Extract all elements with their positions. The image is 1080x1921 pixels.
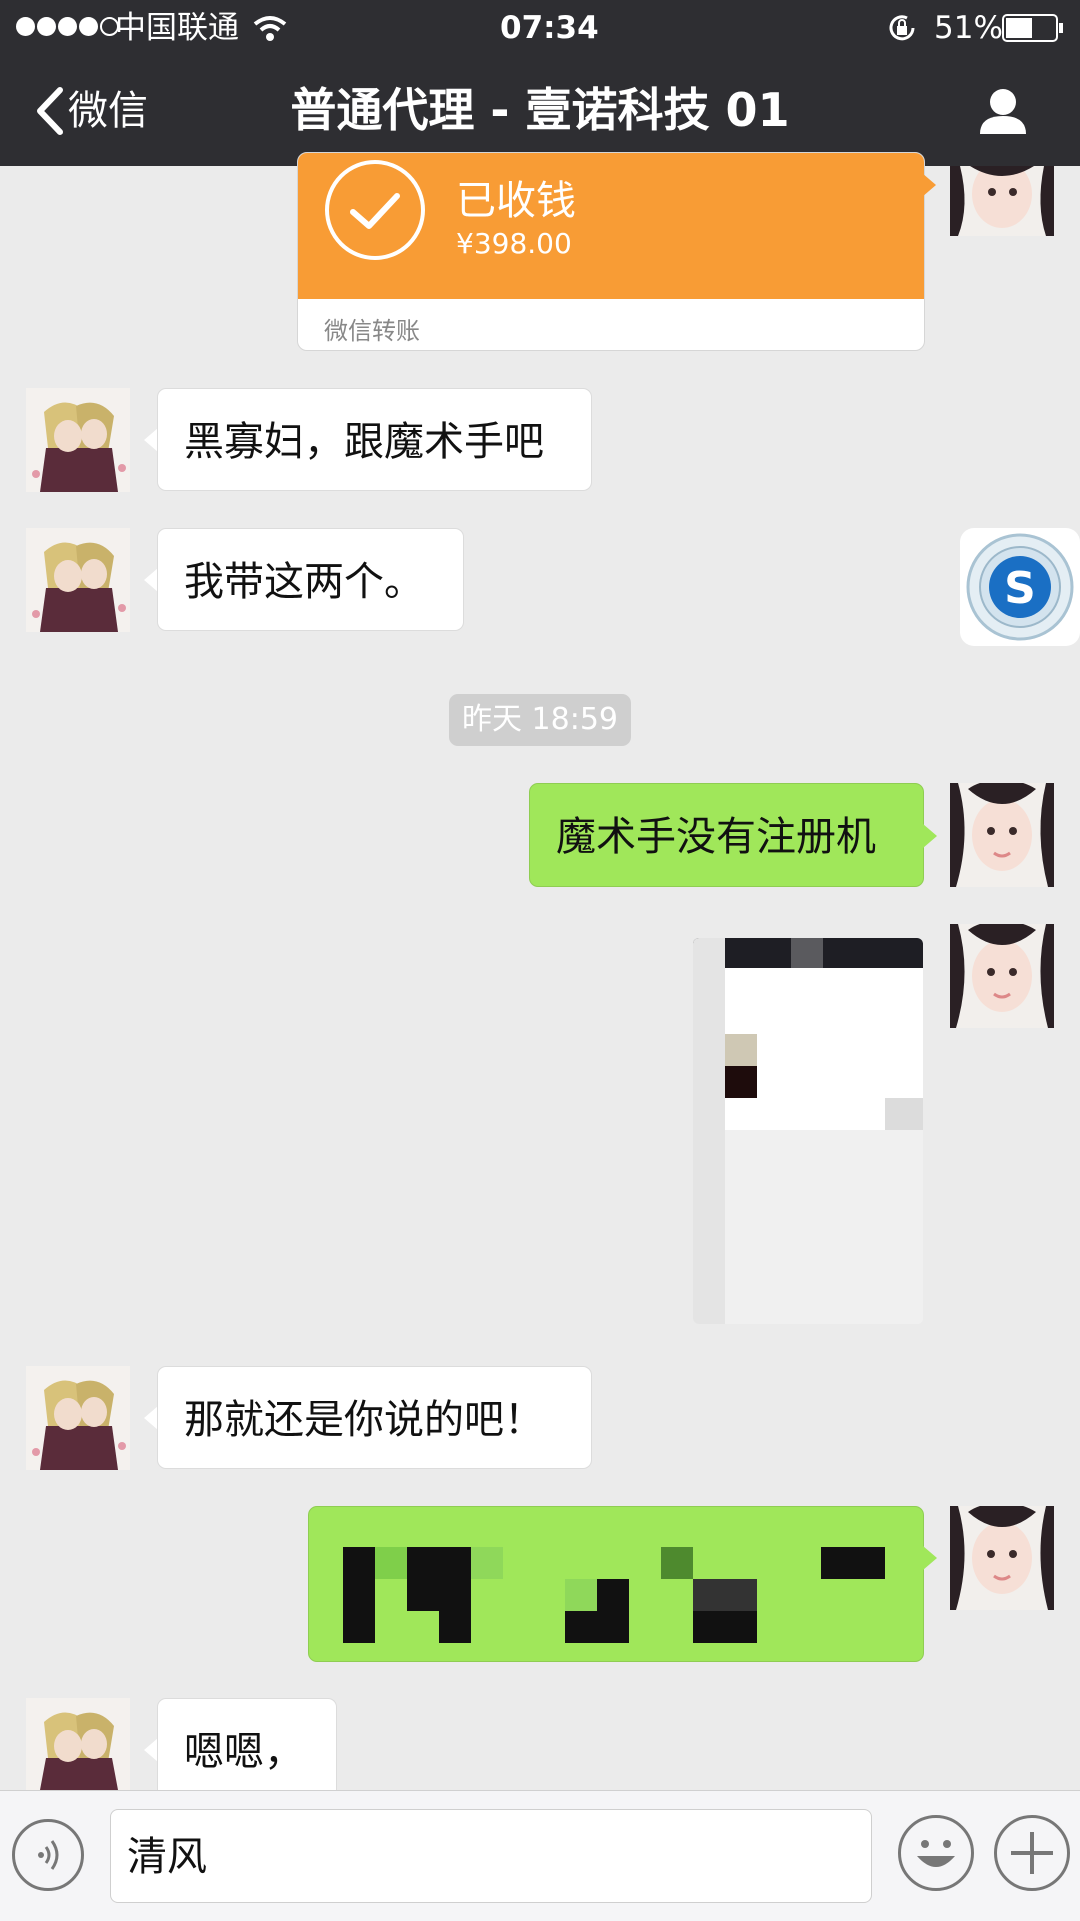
bubble-tail	[922, 173, 936, 197]
message-text: 那就还是你说的吧！	[184, 1397, 544, 1443]
battery-percentage: 51%	[934, 10, 1003, 46]
sent-image[interactable]	[693, 938, 923, 1324]
avatar-contact[interactable]	[26, 1698, 130, 1790]
transfer-header: 已收钱 ¥398.00	[298, 153, 924, 299]
wifi-icon	[253, 16, 287, 41]
carrier-label: 中国联通	[115, 10, 239, 46]
input-bar: 清风	[0, 1790, 1080, 1921]
avatar-self[interactable]	[950, 166, 1054, 236]
message-bubble-outgoing[interactable]: 魔术手没有注册机	[529, 783, 924, 887]
message-input[interactable]: 清风	[110, 1809, 872, 1903]
transfer-amount: ¥398.00	[456, 227, 572, 260]
profile-icon[interactable]	[978, 86, 1028, 136]
clock: 07:34	[500, 10, 599, 46]
voice-button[interactable]	[12, 1819, 84, 1891]
message-bubble-incoming[interactable]: 我带这两个。	[157, 528, 464, 631]
bubble-tail	[144, 428, 158, 452]
message-bubble-incoming[interactable]: 嗯嗯，	[157, 1698, 337, 1790]
emoji-button[interactable]	[898, 1815, 974, 1891]
sogou-s-icon: S	[966, 533, 1074, 641]
avatar-contact[interactable]	[26, 1366, 130, 1470]
svg-text:S: S	[1004, 563, 1036, 614]
floating-keyboard-button[interactable]: S	[960, 528, 1080, 646]
message-text: 黑寡妇，跟魔术手吧	[184, 419, 544, 465]
voice-icon	[38, 1840, 59, 1870]
message-text: 魔术手没有注册机	[556, 814, 876, 860]
avatar-self[interactable]	[950, 783, 1054, 887]
signal-strength-icon	[16, 17, 121, 40]
message-bubble-incoming[interactable]: 黑寡妇，跟魔术手吧	[157, 388, 592, 491]
more-button[interactable]	[994, 1815, 1070, 1891]
bubble-tail	[144, 1738, 158, 1762]
avatar-contact[interactable]	[26, 528, 130, 632]
bubble-tail	[923, 824, 937, 848]
avatar-contact[interactable]	[26, 388, 130, 492]
message-bubble-outgoing[interactable]	[308, 1506, 924, 1662]
rotation-lock-icon	[889, 15, 915, 41]
emoji-icon	[917, 1840, 955, 1867]
chat-title: 普通代理 - 壹诺科技 01	[290, 83, 790, 137]
timestamp: 昨天 18:59	[449, 694, 631, 746]
checkmark-circle-icon	[325, 160, 425, 260]
message-text: 我带这两个。	[184, 559, 424, 605]
plus-icon	[1011, 1832, 1053, 1874]
bubble-tail	[144, 568, 158, 592]
battery-icon	[1002, 14, 1063, 42]
top-bar: 中国联通 07:34 51% 微信 普通代理 - 壹诺科技 01	[0, 0, 1080, 166]
avatar-self[interactable]	[950, 924, 1054, 1028]
avatar-self[interactable]	[950, 1506, 1054, 1610]
transfer-card[interactable]: 已收钱 ¥398.00 微信转账	[297, 152, 925, 351]
message-bubble-incoming[interactable]: 那就还是你说的吧！	[157, 1366, 592, 1469]
bubble-tail	[144, 1406, 158, 1430]
transfer-footer: 微信转账	[324, 317, 420, 345]
message-text: 嗯嗯，	[184, 1729, 304, 1775]
bubble-tail	[923, 1546, 937, 1570]
transfer-status: 已收钱	[456, 178, 576, 224]
